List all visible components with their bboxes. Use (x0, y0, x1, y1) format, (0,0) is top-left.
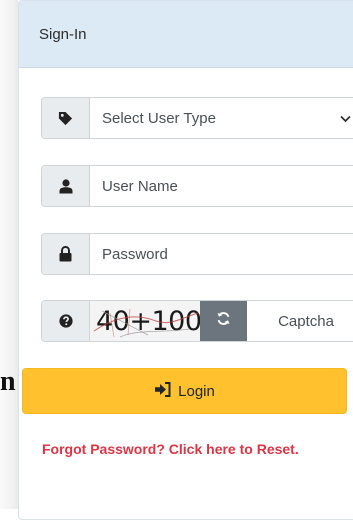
background-shadow (0, 0, 18, 509)
card-title: Sign-In (39, 25, 87, 43)
password-field[interactable]: Password (41, 233, 353, 275)
captcha-image: 40+100= (90, 301, 200, 341)
user-type-select[interactable]: Select User Type (41, 97, 353, 139)
password-input[interactable]: Password (90, 234, 353, 274)
lock-icon (59, 246, 72, 262)
tag-icon (58, 111, 73, 126)
captcha-noise-lines (93, 308, 199, 338)
login-button[interactable]: Login (22, 368, 347, 414)
refresh-icon (216, 311, 231, 331)
username-addon (42, 166, 90, 206)
user-type-addon (42, 98, 90, 138)
chevron-down-icon (340, 110, 351, 127)
username-field[interactable]: User Name (41, 165, 353, 207)
user-icon (59, 178, 73, 194)
captcha-addon (42, 301, 90, 341)
captcha-field: 40+100= Captcha (41, 300, 353, 342)
forgot-password-link[interactable]: Forgot Password? Click here to Reset. (42, 441, 299, 457)
card-header: Sign-In (19, 1, 353, 68)
username-input[interactable]: User Name (90, 166, 353, 206)
password-addon (42, 234, 90, 274)
user-type-selected: Select User Type (102, 109, 216, 127)
question-circle-icon (58, 314, 73, 328)
refresh-captcha-button[interactable] (200, 301, 247, 341)
captcha-input[interactable]: Captcha (247, 301, 353, 341)
sign-in-icon (154, 381, 178, 401)
login-label: Login (178, 382, 215, 400)
cut-off-text-fragment: n (0, 366, 16, 397)
